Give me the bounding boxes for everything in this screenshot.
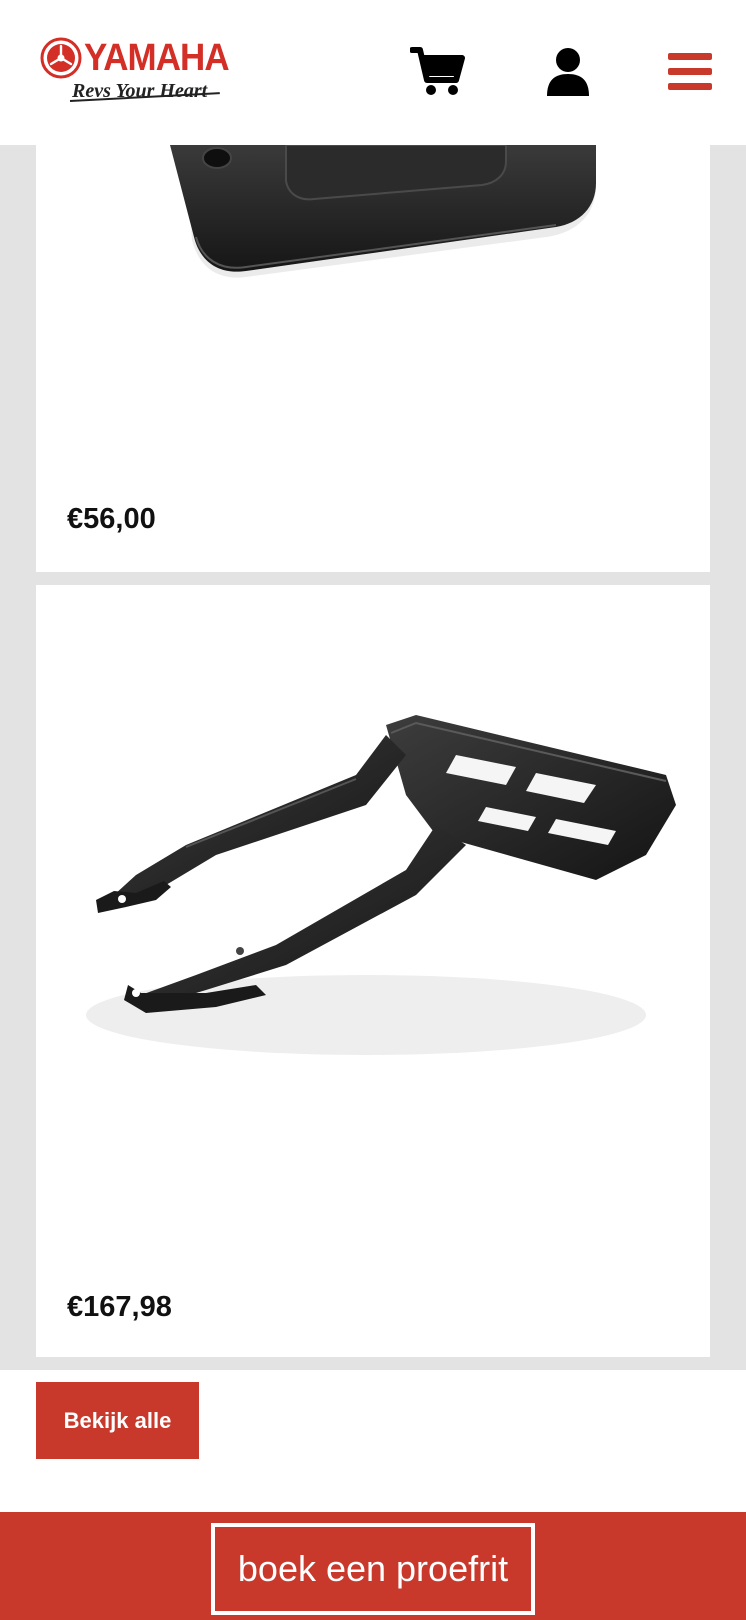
yamaha-tuning-fork-emblem-icon [40, 37, 82, 79]
yamaha-logo[interactable]: YAMAHA Revs Your Heart [40, 36, 240, 106]
product-card[interactable]: €56,00 [36, 145, 710, 572]
test-ride-bar: boek een proefrit [0, 1512, 746, 1620]
logo-wordmark: YAMAHA [84, 37, 230, 79]
menu-button[interactable] [660, 44, 720, 100]
account-button[interactable] [538, 44, 598, 100]
cart-button[interactable] [408, 44, 468, 100]
view-all-button[interactable]: Bekijk alle [36, 1382, 199, 1459]
product-image-luggage-rack [86, 715, 676, 1055]
hamburger-menu-icon [668, 53, 712, 90]
product-image-reservoir-cover [170, 145, 596, 278]
shopping-cart-icon [410, 47, 465, 95]
product-price: €167,98 [67, 1291, 172, 1323]
product-card[interactable]: €167,98 [36, 585, 710, 1357]
book-test-ride-button[interactable]: boek een proefrit [211, 1523, 535, 1615]
user-icon [547, 48, 589, 96]
site-header: YAMAHA Revs Your Heart [0, 0, 746, 145]
product-price: €56,00 [67, 503, 156, 535]
